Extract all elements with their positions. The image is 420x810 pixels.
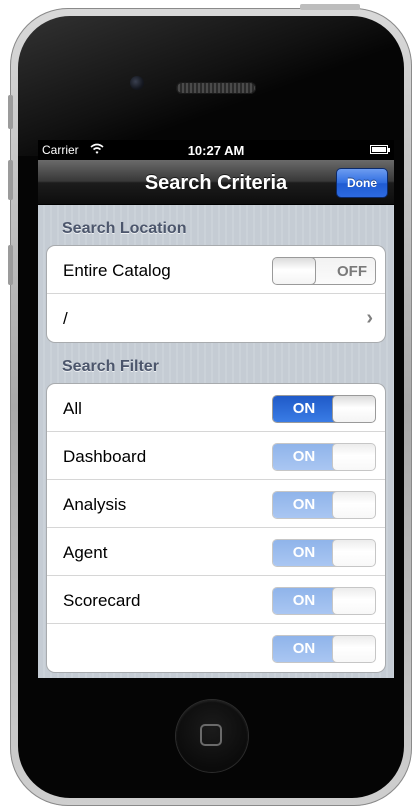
entire-catalog-row: Entire Catalog OFF: [47, 246, 385, 294]
home-square-icon: [200, 724, 222, 746]
filter-row-dashboard: Dashboard ON: [47, 432, 385, 480]
filter-toggle-analysis[interactable]: ON: [272, 491, 376, 519]
mute-switch: [8, 95, 13, 129]
section-header-search-filter: Search Filter: [62, 358, 159, 375]
chevron-right-icon: ›: [366, 307, 373, 329]
filter-label: Agent: [63, 543, 108, 562]
toggle-knob: [332, 588, 375, 614]
volume-up-button: [8, 160, 13, 200]
sleep-button: [300, 4, 360, 10]
toggle-state-label: ON: [273, 396, 335, 422]
toggle-state-label: ON: [273, 636, 335, 662]
location-path-row[interactable]: / ›: [47, 294, 385, 342]
filter-toggle-scorecard[interactable]: ON: [272, 587, 376, 615]
filter-row-partial: ON: [47, 624, 385, 672]
phone-screen: Carrier 10:27 AM Search Criteria Done Se…: [38, 140, 394, 678]
filter-label: Scorecard: [63, 591, 141, 610]
done-button[interactable]: Done: [336, 168, 388, 198]
settings-table[interactable]: Search Location Entire Catalog OFF / › S…: [38, 205, 394, 678]
toggle-state-label: ON: [273, 588, 335, 614]
toggle-knob: [332, 636, 375, 662]
status-time: 10:27 AM: [187, 143, 245, 158]
filter-label: Dashboard: [63, 447, 147, 466]
toggle-knob: [273, 258, 316, 284]
search-filter-group: All ON Dashboard ON Analysis ON Agent ON…: [46, 383, 386, 673]
filter-row-all: All ON: [47, 384, 385, 432]
entire-catalog-label: Entire Catalog: [63, 261, 171, 280]
search-location-group: Entire Catalog OFF / ›: [46, 245, 386, 343]
toggle-knob: [332, 396, 375, 422]
battery-icon: [370, 145, 390, 154]
filter-row-analysis: Analysis ON: [47, 480, 385, 528]
toggle-state-label: OFF: [337, 263, 367, 280]
toggle-knob: [332, 492, 375, 518]
toggle-state-label: ON: [273, 444, 335, 470]
filter-label: Analysis: [63, 495, 127, 514]
toggle-state-label: ON: [273, 540, 335, 566]
filter-row-scorecard: Scorecard ON: [47, 576, 385, 624]
location-path-label: /: [63, 309, 68, 328]
volume-down-button: [8, 245, 13, 285]
toggle-state-label: ON: [273, 492, 335, 518]
toggle-knob: [332, 540, 375, 566]
section-header-search-location: Search Location: [62, 220, 187, 237]
filter-toggle-partial[interactable]: ON: [272, 635, 376, 663]
entire-catalog-toggle[interactable]: OFF: [272, 257, 376, 285]
filter-toggle-agent[interactable]: ON: [272, 539, 376, 567]
front-camera: [130, 76, 144, 90]
filter-toggle-all[interactable]: ON: [272, 395, 376, 423]
earpiece-speaker: [176, 82, 256, 94]
status-bar: Carrier 10:27 AM: [38, 140, 394, 160]
navigation-bar: Search Criteria Done: [38, 160, 394, 205]
toggle-knob: [332, 444, 375, 470]
home-button[interactable]: [176, 700, 248, 772]
filter-row-agent: Agent ON: [47, 528, 385, 576]
filter-label: All: [63, 399, 82, 418]
filter-toggle-dashboard[interactable]: ON: [272, 443, 376, 471]
